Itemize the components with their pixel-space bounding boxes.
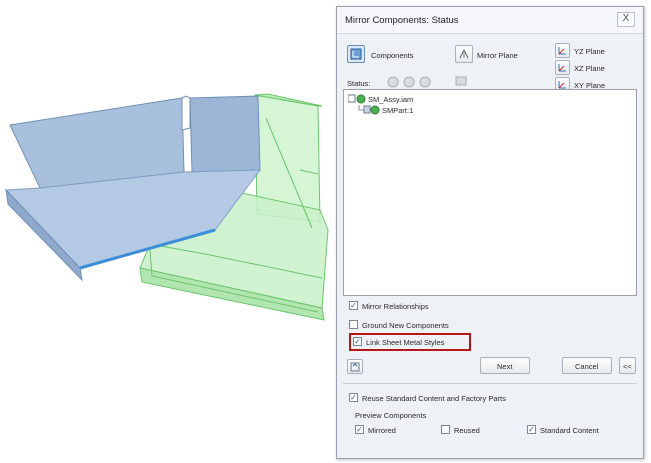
part-icon [358,105,380,115]
preview-mirrored-label: Mirrored [368,426,396,435]
preview-reused-label: Reused [454,426,480,435]
status-icon[interactable] [387,76,399,88]
cancel-label: Cancel [575,362,599,371]
tree-item-label: SMPart:1 [382,106,414,115]
next-label: Next [497,362,513,371]
tree-item-label: SM_Assy.iam [368,95,414,104]
xz-plane-label: XZ Plane [574,64,605,73]
plane-icon [558,64,566,72]
help-button[interactable] [347,359,363,374]
reuse-standard-content-label: Reuse Standard Content and Factory Parts [362,394,506,403]
close-button[interactable]: X [617,12,635,27]
divider [343,383,637,384]
link-sheet-metal-styles-label: Link Sheet Metal Styles [366,338,445,347]
preview-standard-content-checkbox[interactable]: ✓ [527,425,536,434]
xz-plane-button[interactable] [555,60,570,75]
yz-plane-button[interactable] [555,43,570,58]
assembly-icon [348,94,366,104]
status-icon[interactable] [455,75,467,87]
next-button[interactable]: Next [480,357,530,374]
components-button[interactable] [347,45,365,63]
title-bar: Mirror Components: Status X [337,7,643,34]
mirror-relationships-checkbox[interactable]: ✓ [349,301,358,310]
sheet-metal-model [4,93,329,321]
collapse-button[interactable]: << [619,357,636,374]
mirror-plane-icon [459,48,469,59]
dialog-title: Mirror Components: Status [345,15,459,26]
cancel-button[interactable]: Cancel [562,357,612,374]
mirror-plane-button[interactable] [455,45,473,63]
components-label: Components [371,51,414,60]
mirror-components-dialog: Mirror Components: Status X Components M… [336,6,644,459]
ground-new-components-label: Ground New Components [362,321,449,330]
mirror-plane-label: Mirror Plane [477,51,518,60]
component-tree[interactable]: SM_Assy.iam SMPart:1 [343,89,637,296]
help-icon [350,362,360,372]
components-icon [350,48,362,60]
collapse-label: << [623,362,632,371]
status-icon[interactable] [403,76,415,88]
ground-new-components-checkbox[interactable] [349,320,358,329]
mirror-relationships-label: Mirror Relationships [362,302,429,311]
preview-mirrored-checkbox[interactable]: ✓ [355,425,364,434]
preview-components-heading: Preview Components [355,411,427,420]
status-label: Status: [347,79,371,88]
link-sheet-metal-styles-checkbox[interactable]: ✓ [353,337,362,346]
yz-plane-label: YZ Plane [574,47,605,56]
preview-reused-checkbox[interactable] [441,425,450,434]
status-icon[interactable] [419,76,431,88]
model-viewport[interactable] [0,0,330,463]
preview-standard-content-label: Standard Content [540,426,599,435]
plane-icon [558,47,566,55]
reuse-standard-content-checkbox[interactable]: ✓ [349,393,358,402]
